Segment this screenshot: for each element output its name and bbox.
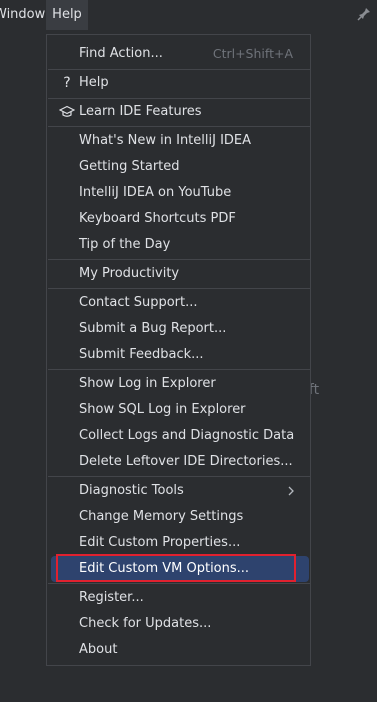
menu-item-find-action[interactable]: Find Action... Ctrl+Shift+A (47, 41, 310, 67)
graduation-cap-icon (58, 99, 76, 125)
menu-item-label: Diagnostic Tools (79, 483, 184, 498)
menu-item-label: Change Memory Settings (79, 509, 244, 524)
menu-item-show-sql-log[interactable]: Show SQL Log in Explorer (47, 397, 310, 423)
menu-item-label: Edit Custom Properties... (79, 535, 241, 550)
menu-item-tip-of-the-day[interactable]: Tip of the Day (47, 232, 310, 258)
menu-separator (48, 126, 311, 127)
menu-item-label: Submit a Bug Report... (79, 321, 227, 336)
menu-item-about[interactable]: About (47, 637, 310, 663)
menu-item-label: Learn IDE Features (79, 104, 202, 119)
menu-item-submit-bug-report[interactable]: Submit a Bug Report... (47, 316, 310, 342)
menu-item-register[interactable]: Register... (47, 585, 310, 611)
menu-item-label: About (79, 642, 118, 657)
menu-item-label: Contact Support... (79, 295, 198, 310)
menu-item-label: Show Log in Explorer (79, 376, 216, 391)
menu-item-check-for-updates[interactable]: Check for Updates... (47, 611, 310, 637)
menu-item-label: Show SQL Log in Explorer (79, 402, 246, 417)
menu-separator (48, 259, 311, 260)
menu-item-label: IntelliJ IDEA on YouTube (79, 185, 232, 200)
menu-item-change-memory-settings[interactable]: Change Memory Settings (47, 504, 310, 530)
menu-item-label: Tip of the Day (79, 237, 171, 252)
menu-window[interactable]: Window (0, 0, 45, 30)
menu-item-label: What's New in IntelliJ IDEA (79, 133, 252, 148)
menu-item-label: My Productivity (79, 266, 180, 281)
menu-item-diagnostic-tools[interactable]: Diagnostic Tools (47, 478, 310, 504)
menu-separator (48, 288, 311, 289)
menu-item-label: Collect Logs and Diagnostic Data (79, 428, 295, 443)
menu-item-contact-support[interactable]: Contact Support... (47, 290, 310, 316)
menu-item-label: Getting Started (79, 159, 180, 174)
menu-help[interactable]: Help (46, 0, 88, 30)
menu-bar: Window Help (0, 0, 377, 30)
chevron-right-icon (286, 478, 296, 504)
menu-item-keyboard-shortcuts-pdf[interactable]: Keyboard Shortcuts PDF (47, 206, 310, 232)
menu-item-label: Check for Updates... (79, 616, 212, 631)
menu-item-my-productivity[interactable]: My Productivity (47, 261, 310, 287)
menu-item-label: Edit Custom VM Options... (79, 561, 250, 576)
menu-item-label: Submit Feedback... (79, 347, 204, 362)
menu-item-youtube[interactable]: IntelliJ IDEA on YouTube (47, 180, 310, 206)
menu-separator (48, 369, 311, 370)
menu-item-label: Find Action... (79, 46, 163, 61)
menu-item-show-log[interactable]: Show Log in Explorer (47, 371, 310, 397)
menu-item-edit-custom-properties[interactable]: Edit Custom Properties... (47, 530, 310, 556)
menu-item-label: Register... (79, 590, 144, 605)
menu-separator (48, 476, 311, 477)
menu-item-whats-new[interactable]: What's New in IntelliJ IDEA (47, 128, 310, 154)
menu-item-shortcut: Ctrl+Shift+A (212, 46, 293, 61)
menu-item-edit-custom-vm-options[interactable]: Edit Custom VM Options... (47, 556, 310, 582)
menu-item-getting-started[interactable]: Getting Started (47, 154, 310, 180)
menu-item-label: Delete Leftover IDE Directories... (79, 454, 293, 469)
menu-item-label: Help (79, 75, 109, 90)
question-icon: ? (63, 75, 71, 91)
menu-item-learn-ide-features[interactable]: Learn IDE Features (47, 99, 310, 125)
menu-separator (48, 583, 311, 584)
menu-item-label: Keyboard Shortcuts PDF (79, 211, 236, 226)
menu-item-help[interactable]: ? Help (47, 70, 310, 96)
menu-item-submit-feedback[interactable]: Submit Feedback... (47, 342, 310, 368)
help-menu-dropdown: Find Action... Ctrl+Shift+A ? Help Learn… (46, 34, 311, 666)
menu-item-delete-leftover-dirs[interactable]: Delete Leftover IDE Directories... (47, 449, 310, 475)
menu-item-collect-logs[interactable]: Collect Logs and Diagnostic Data (47, 423, 310, 449)
pin-icon[interactable] (357, 7, 371, 21)
